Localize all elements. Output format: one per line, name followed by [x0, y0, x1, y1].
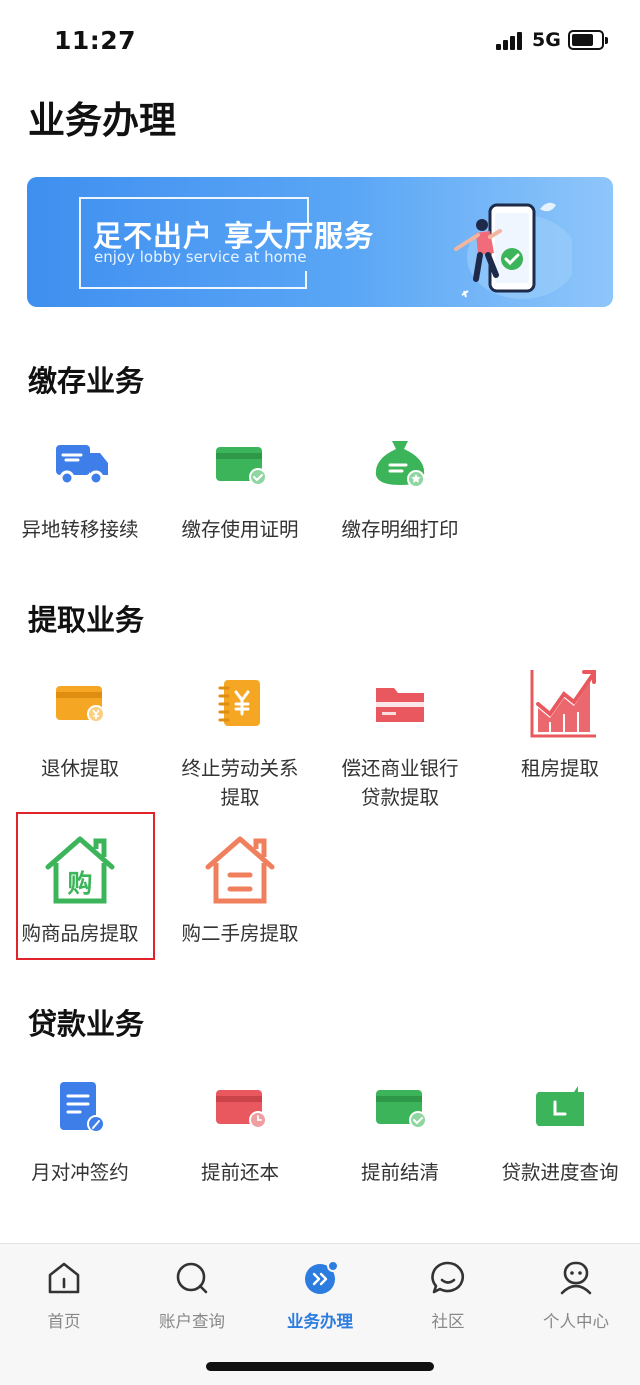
service-item-terminate-labor-withdraw[interactable]: 终止劳动关系 提取: [160, 666, 320, 812]
battery-icon: [568, 30, 608, 50]
card-check-icon: [216, 447, 267, 486]
money-bag-icon: [375, 441, 425, 488]
service-item-buy-second-hand-house-withdraw[interactable]: 购二手房提取: [160, 831, 320, 948]
service-item-label: 缴存使用证明: [181, 518, 299, 541]
tab-label: 业务办理: [287, 1312, 353, 1331]
wallet-progress-icon: [536, 1086, 584, 1126]
service-item-label: 提前还本: [200, 1161, 279, 1184]
service-item-label: 偿还商业银行 贷款提取: [341, 757, 459, 809]
rising-chart-icon: [530, 670, 596, 738]
battery-level: [572, 34, 593, 46]
service-item-label: 月对冲签约: [31, 1161, 129, 1184]
service-item-deposit-detail-print[interactable]: 缴存明细打印: [320, 427, 480, 544]
tab-label: 社区: [431, 1312, 465, 1331]
service-item-rent-withdraw[interactable]: 租房提取: [480, 666, 640, 783]
tab-business[interactable]: 业务办理: [256, 1258, 384, 1332]
service-item-early-settle[interactable]: 提前结清: [320, 1070, 480, 1187]
service-item-deposit-certificate[interactable]: 缴存使用证明: [160, 427, 320, 544]
tab-label: 个人中心: [543, 1312, 609, 1331]
signal-icon: [496, 32, 522, 50]
service-item-label: 提前结清: [360, 1161, 439, 1184]
home-icon: [48, 1262, 80, 1294]
service-item-label: 租房提取: [520, 757, 599, 780]
home-indicator: [206, 1362, 434, 1371]
banner-subtitle: enjoy lobby service at home: [94, 248, 307, 266]
service-item-label: 缴存明细打印: [341, 518, 459, 541]
tab-home[interactable]: 首页: [0, 1258, 128, 1332]
service-item-label: 异地转移接续: [21, 518, 139, 541]
service-item-label: 购二手房提取: [181, 922, 299, 945]
network-type: 5G: [532, 29, 561, 51]
card-clock-icon: [216, 1090, 267, 1129]
tab-profile[interactable]: 个人中心: [512, 1258, 640, 1332]
tab-community[interactable]: 社区: [384, 1258, 512, 1332]
search-icon: [176, 1262, 208, 1294]
user-icon: [560, 1261, 592, 1295]
truck-icon: [56, 445, 108, 486]
house-outline-icon: [205, 836, 275, 904]
service-item-loan-progress-query[interactable]: 贷款进度查询: [480, 1070, 640, 1187]
highlight-box: [16, 812, 155, 960]
service-item-retirement-withdraw[interactable]: 退休提取: [0, 666, 160, 783]
status-bar: 11:27 5G: [0, 0, 640, 80]
tab-label: 账户查询: [159, 1312, 225, 1331]
service-item-label: 贷款进度查询: [501, 1161, 619, 1184]
page-title: 业务办理: [28, 99, 176, 142]
service-item-monthly-offset-sign[interactable]: 月对冲签约: [0, 1070, 160, 1187]
folder-card-icon: [376, 688, 424, 722]
business-icon: [305, 1260, 339, 1294]
chat-bubble-icon: [431, 1261, 464, 1294]
wallet-yen-icon: [56, 686, 105, 723]
service-item-early-principal-repay[interactable]: 提前还本: [160, 1070, 320, 1187]
bottom-tab-bar: 首页 账户查询 业务办理 社区 个人中心: [0, 1243, 640, 1385]
phone-person-illustration-icon: [454, 202, 572, 299]
card-check-green-icon: [376, 1090, 427, 1129]
service-item-repay-commercial-loan-withdraw[interactable]: 偿还商业银行 贷款提取: [320, 666, 480, 812]
document-pen-icon: [60, 1082, 105, 1133]
tab-label: 首页: [47, 1312, 81, 1331]
status-time: 11:27: [54, 26, 137, 55]
service-item-label: 退休提取: [40, 757, 119, 780]
section-title-withdraw: 提取业务: [28, 603, 145, 637]
service-item-deposit-transfer[interactable]: 异地转移接续: [0, 427, 160, 544]
tab-account-query[interactable]: 账户查询: [128, 1258, 256, 1332]
section-title-loan: 贷款业务: [28, 1007, 145, 1041]
promo-banner[interactable]: 足不出户 享大厅服务 enjoy lobby service at home: [27, 177, 613, 307]
section-title-deposit: 缴存业务: [28, 364, 145, 398]
notebook-yen-icon: [218, 680, 260, 726]
service-item-label: 终止劳动关系 提取: [181, 757, 299, 809]
